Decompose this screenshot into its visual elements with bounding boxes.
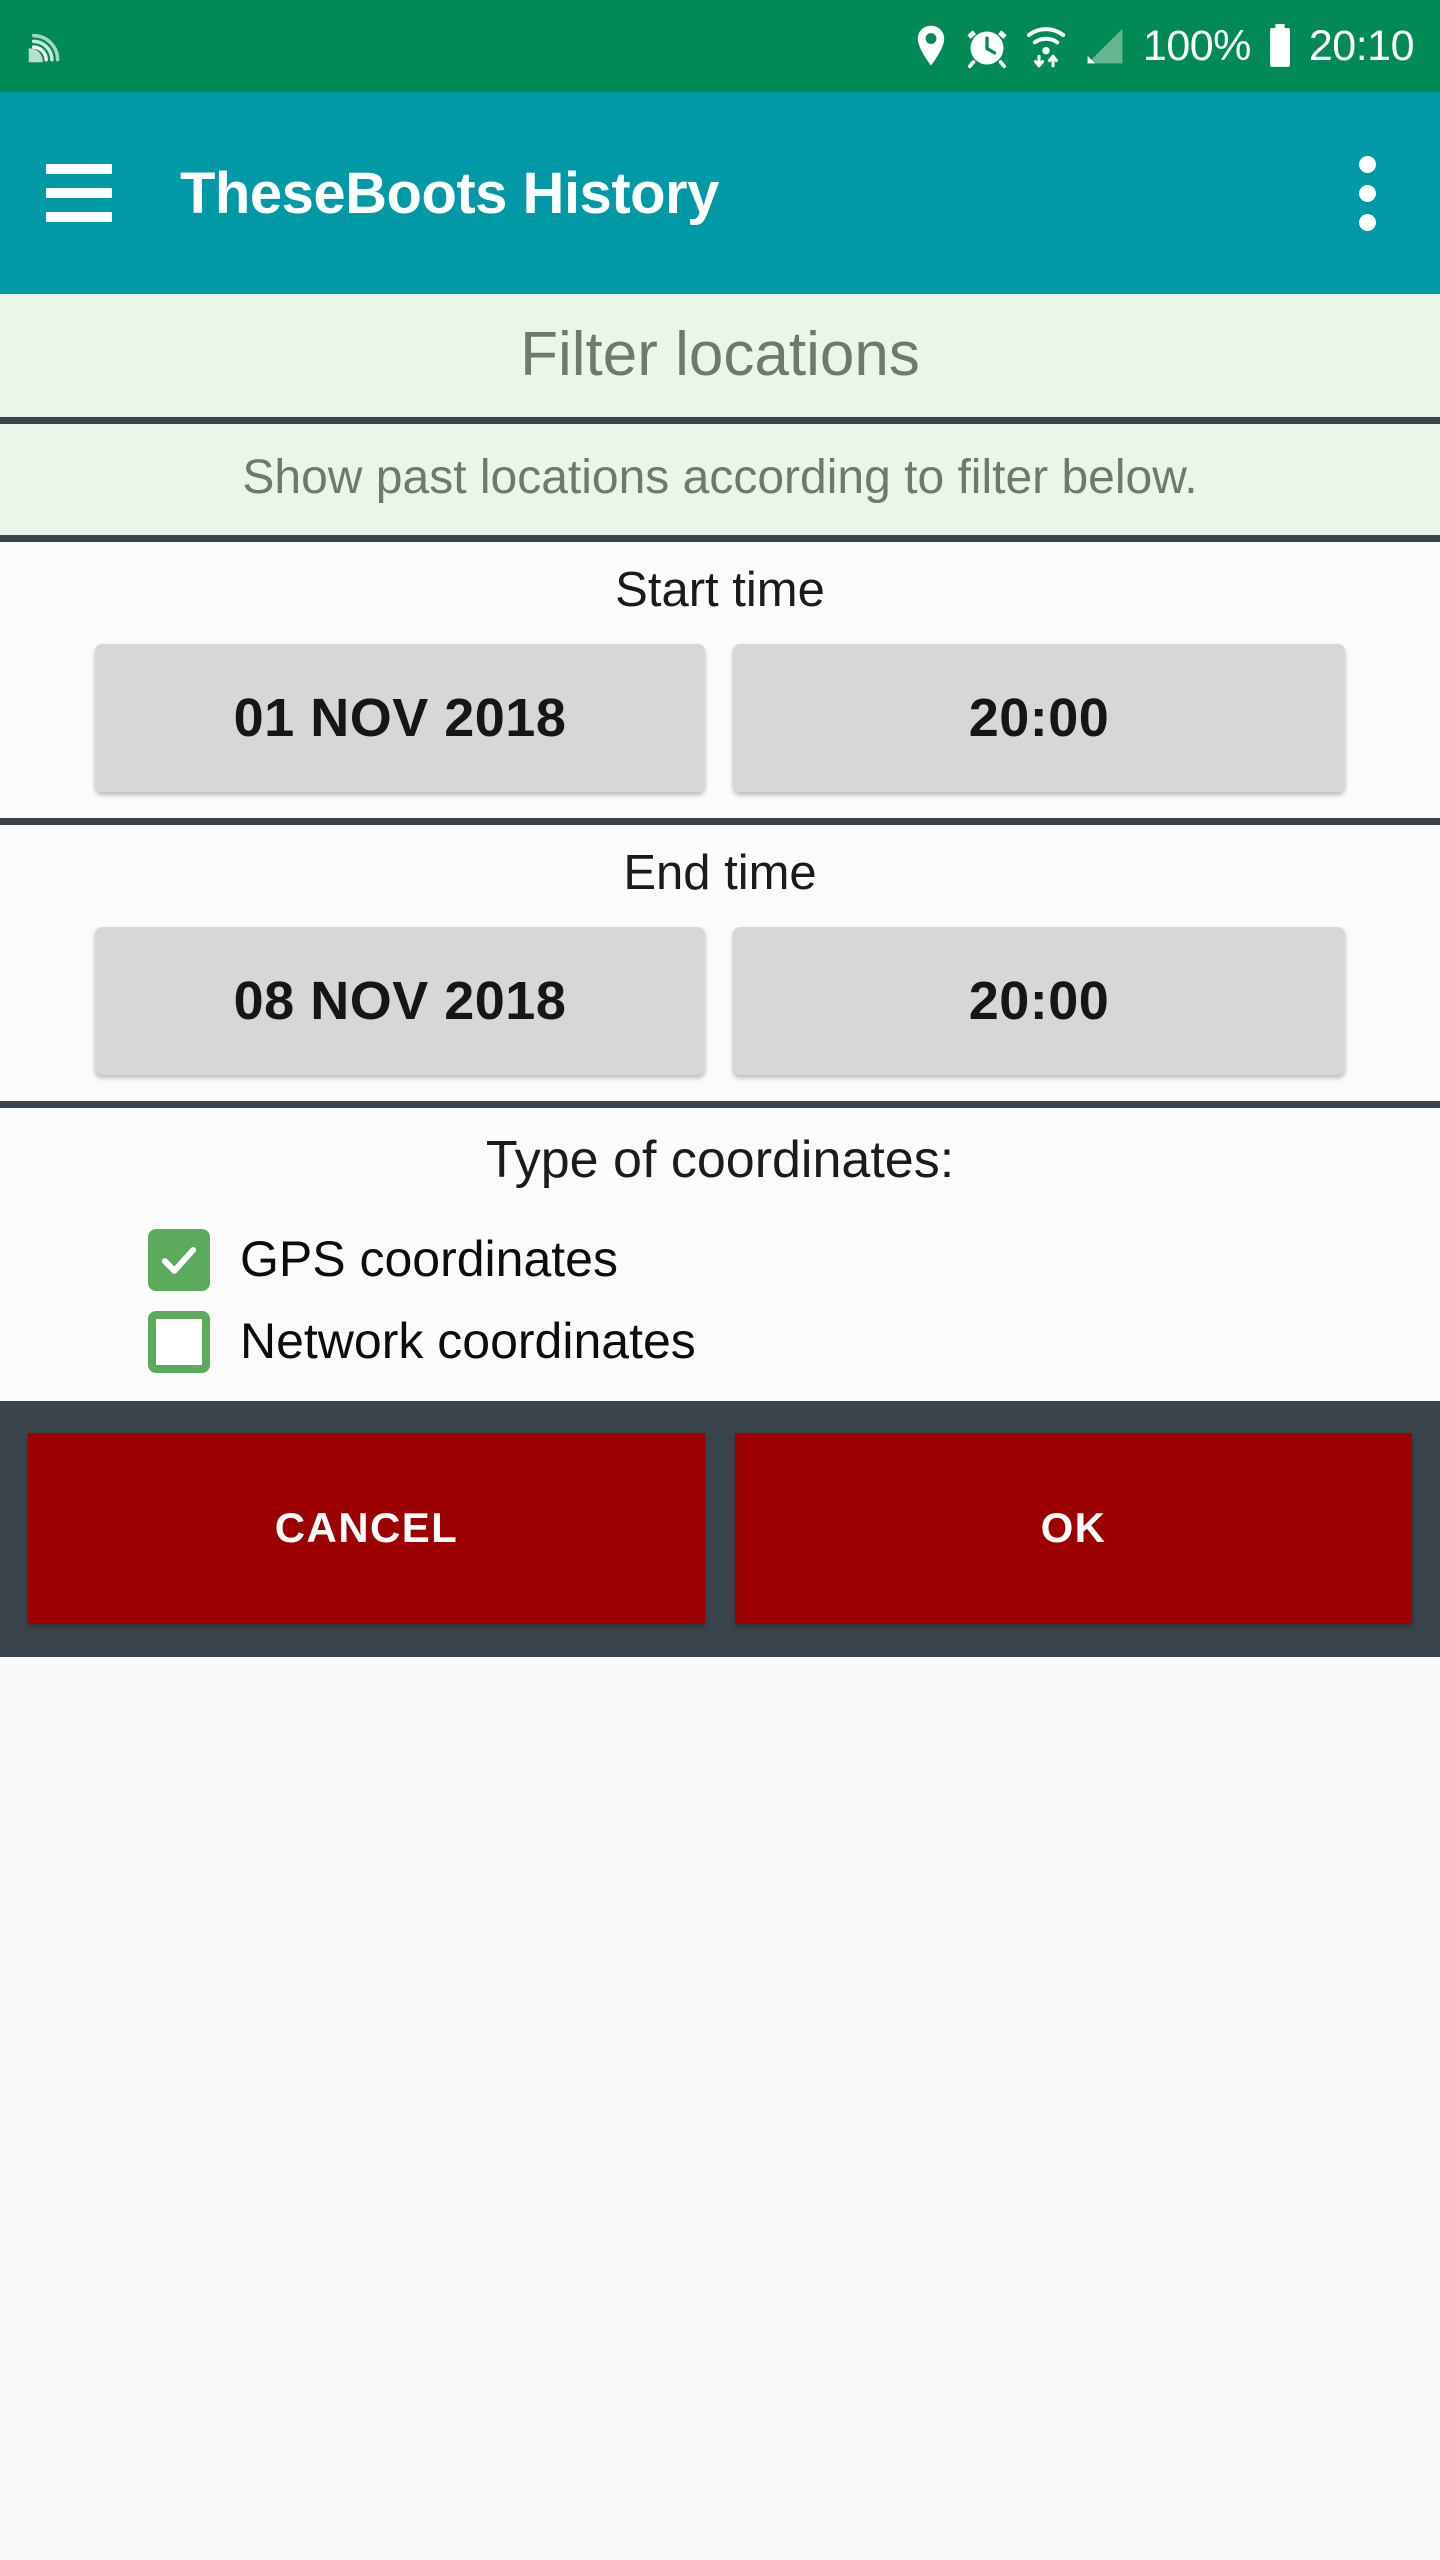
hamburger-bar [46, 212, 112, 222]
overflow-menu-icon[interactable] [1332, 145, 1402, 241]
hamburger-bar [46, 164, 112, 174]
checkbox-row-network[interactable]: Network coordinates [0, 1301, 1440, 1383]
status-bar-right: 100% 20:10 [913, 21, 1415, 70]
app-screen: 100% 20:10 TheseBoots History Filter loc… [0, 0, 1440, 2560]
end-time-button[interactable]: 20:00 [733, 926, 1345, 1075]
status-bar-left [22, 23, 68, 69]
overflow-dot [1358, 184, 1376, 202]
coordinate-type-title: Type of coordinates: [485, 1130, 955, 1189]
divider [0, 417, 1440, 425]
hamburger-bar [46, 188, 112, 198]
end-time-label: End time [623, 845, 817, 900]
divider [0, 817, 1440, 825]
location-pin-icon [913, 23, 949, 69]
dialog-action-bar: CANCEL OK [0, 1400, 1440, 1657]
checkbox-label-network: Network coordinates [240, 1313, 696, 1370]
battery-icon [1267, 23, 1293, 69]
end-date-button[interactable]: 08 NOV 2018 [95, 926, 705, 1075]
checkbox-checked-icon[interactable] [148, 1228, 210, 1291]
cancel-button[interactable]: CANCEL [28, 1432, 705, 1623]
checkbox-unchecked-icon[interactable] [148, 1310, 210, 1373]
dialog-subtitle: Show past locations according to filter … [242, 451, 1198, 505]
dialog-title: Filter locations [520, 320, 920, 389]
divider [0, 1100, 1440, 1108]
checkbox-row-gps[interactable]: GPS coordinates [0, 1219, 1440, 1301]
alarm-clock-icon [965, 23, 1009, 69]
ok-button[interactable]: OK [735, 1432, 1412, 1623]
battery-percent-label: 100% [1142, 21, 1251, 70]
start-time-label: Start time [615, 562, 825, 617]
app-bar: TheseBoots History [0, 92, 1440, 294]
dialog-subtitle-area: Show past locations according to filter … [0, 424, 1440, 535]
page-background [0, 1656, 1440, 2560]
end-time-section: End time 08 NOV 2018 20:00 [0, 824, 1440, 1101]
start-time-controls: 01 NOV 2018 20:00 [0, 643, 1440, 792]
start-time-section: Start time 01 NOV 2018 20:00 [0, 541, 1440, 818]
hamburger-menu-icon[interactable] [46, 159, 114, 227]
wifi-icon [1025, 22, 1067, 70]
cell-signal-icon [1083, 24, 1127, 68]
filter-locations-dialog: Filter locations Show past locations acc… [0, 294, 1440, 1657]
end-time-controls: 08 NOV 2018 20:00 [0, 926, 1440, 1075]
coordinate-type-section: Type of coordinates: GPS coordinates Net… [0, 1107, 1440, 1401]
divider [0, 534, 1440, 542]
app-title: TheseBoots History [180, 160, 719, 226]
overflow-dot [1358, 155, 1376, 173]
start-time-button[interactable]: 20:00 [733, 643, 1345, 792]
overflow-dot [1358, 213, 1376, 231]
satellite-signal-icon [22, 23, 68, 69]
clock-label: 20:10 [1308, 21, 1415, 70]
start-date-button[interactable]: 01 NOV 2018 [95, 643, 705, 792]
status-bar: 100% 20:10 [0, 0, 1440, 92]
checkbox-label-gps: GPS coordinates [240, 1231, 618, 1288]
dialog-header: Filter locations [0, 294, 1440, 418]
